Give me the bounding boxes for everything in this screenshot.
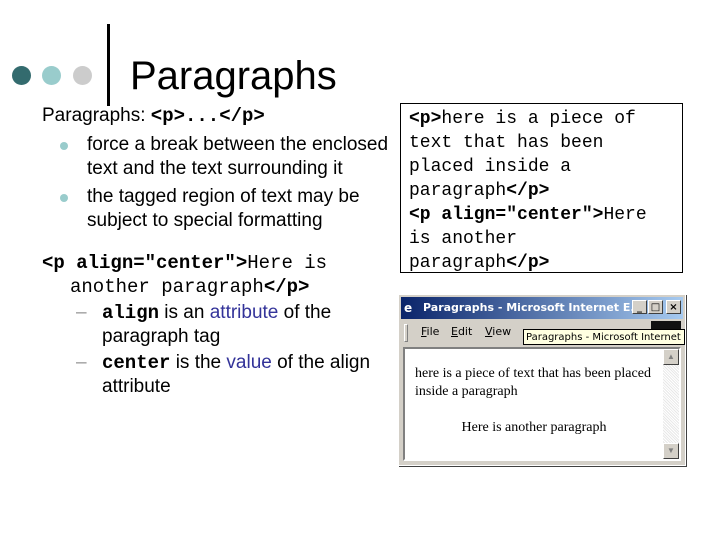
code-text: here is a piece of (441, 109, 636, 129)
bullet-text: force a break between the enclosed text … (87, 134, 389, 179)
browser-window: e Paragraphs - Microsoft Internet E... _… (398, 294, 686, 466)
sub-bullet-text: is an (159, 302, 210, 323)
code-text: paragraph (409, 253, 507, 273)
code-content: another paragraph (70, 276, 264, 298)
sub-bullet-code: align (102, 302, 160, 324)
accent-dot-dark (12, 66, 31, 85)
intro-code: <p>...</p> (150, 105, 265, 127)
html-code-box: <p>here is a piece of text that has been… (400, 103, 683, 273)
maximize-button[interactable]: □ (648, 300, 663, 314)
ie-logo-icon: e (404, 301, 413, 315)
tooltip: Paragraphs - Microsoft Internet E (523, 329, 685, 345)
slide-title: Paragraphs (130, 54, 337, 98)
sub-bullet-keyword: attribute (209, 302, 279, 323)
sub-bullet-text: is the (170, 352, 227, 373)
title-divider (107, 24, 110, 106)
rendered-centered-paragraph: Here is another paragraph (461, 420, 607, 435)
bullet-icon (60, 194, 68, 202)
dash-icon: – (76, 352, 87, 373)
rendered-paragraph: here is a piece of text that has been pl… (415, 366, 651, 399)
sub-bullet-item: – align is an attribute of the paragraph… (42, 301, 392, 349)
code-text: placed inside a (409, 157, 572, 177)
slide-body: Paragraphs: <p>...</p> force a break bet… (42, 104, 392, 399)
scroll-down-icon[interactable]: ▼ (663, 443, 679, 459)
bullet-item: force a break between the enclosed text … (42, 133, 392, 181)
code-text: is another (409, 229, 518, 249)
code-text: paragraph (409, 181, 507, 201)
sub-bullet-keyword: value (226, 352, 272, 373)
intro-label: Paragraphs: (42, 105, 151, 126)
bullet-icon (60, 142, 68, 150)
toolbar-grip[interactable] (404, 324, 408, 342)
code-tag: </p> (506, 181, 550, 201)
browser-title: Paragraphs - Microsoft Internet E... (423, 301, 643, 314)
code-open-tag: <p align="center"> (42, 252, 248, 274)
sub-bullet-item: – center is the value of the align attri… (42, 351, 392, 399)
browser-viewport: here is a piece of text that has been pl… (403, 347, 681, 461)
close-button[interactable]: × (666, 300, 681, 314)
code-tag: <p align="center"> (409, 205, 604, 225)
browser-title-bar[interactable]: e Paragraphs - Microsoft Internet E... _… (401, 297, 683, 319)
sub-bullet-code: center (102, 352, 171, 374)
accent-dot-light (42, 66, 61, 85)
bullet-item: the tagged region of text may be subject… (42, 185, 392, 233)
code-text: text that has been (409, 133, 604, 153)
menu-file[interactable]: File (421, 321, 439, 343)
code-close-tag: </p> (263, 276, 310, 298)
dash-icon: – (76, 302, 87, 323)
menu-view[interactable]: View (485, 321, 511, 343)
minimize-button[interactable]: _ (632, 300, 647, 314)
code-tag: </p> (506, 253, 550, 273)
code-tag: <p> (409, 109, 442, 129)
code-text: Here (603, 205, 647, 225)
code-example: <p align="center">Here is another paragr… (42, 251, 392, 299)
menu-edit[interactable]: Edit (451, 321, 472, 343)
bullet-text: the tagged region of text may be subject… (87, 186, 360, 231)
accent-dot-gray (73, 66, 92, 85)
intro-line: Paragraphs: <p>...</p> (42, 104, 392, 128)
code-content: Here is (247, 252, 328, 274)
scroll-up-icon[interactable]: ▲ (663, 349, 679, 365)
vertical-scrollbar[interactable]: ▲ ▼ (663, 349, 679, 459)
